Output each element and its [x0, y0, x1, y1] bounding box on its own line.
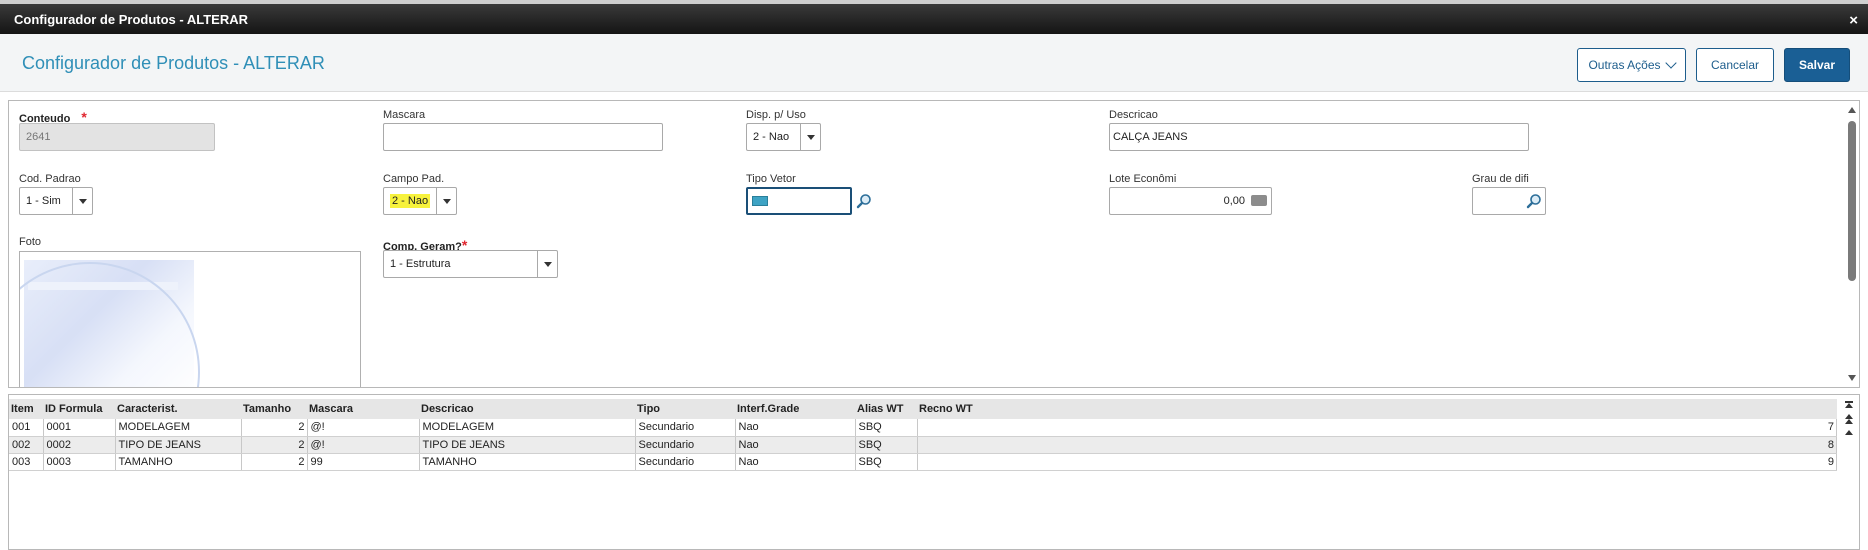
- save-label: Salvar: [1798, 58, 1836, 72]
- foto-label: Foto: [19, 236, 42, 248]
- scrollbar-thumb[interactable]: [1848, 121, 1856, 281]
- descricao-label: Descricao: [1109, 109, 1158, 121]
- table-cell: 8: [917, 436, 1837, 454]
- form-panel: Conteudo * 2641 Mascara Disp. p/ Uso 2 -…: [8, 100, 1860, 388]
- table-cell: 0003: [43, 453, 116, 471]
- table-row[interactable]: 003 0003 TAMANHO 2 99 TAMANHO Secundario…: [9, 453, 1837, 471]
- table-cell: SBQ: [855, 436, 918, 454]
- column-header[interactable]: Recno WT: [917, 399, 1837, 419]
- table-cell: Nao: [735, 453, 856, 471]
- table-cell: @!: [307, 436, 420, 454]
- window-title: Configurador de Produtos - ALTERAR: [14, 12, 248, 27]
- campo-pad-label: Campo Pad.: [383, 173, 445, 185]
- foto-image[interactable]: [19, 251, 361, 387]
- chevron-down-icon: [436, 188, 456, 214]
- scroll-up-icon[interactable]: [1848, 107, 1856, 113]
- search-icon[interactable]: [1524, 190, 1544, 212]
- table-cell: 2: [241, 419, 308, 437]
- table-cell: Nao: [735, 419, 856, 437]
- table-cell: MODELAGEM: [115, 419, 242, 437]
- campo-pad-value: 2 - Nao: [390, 194, 431, 208]
- color-swatch: [752, 196, 768, 206]
- table-cell: 99: [307, 453, 420, 471]
- table-cell: 7: [917, 419, 1837, 437]
- column-header[interactable]: Item: [9, 399, 43, 419]
- table-cell: TIPO DE JEANS: [419, 436, 636, 454]
- column-header[interactable]: Descricao: [419, 399, 635, 419]
- mascara-label: Mascara: [383, 109, 426, 121]
- table-cell: Secundario: [635, 436, 736, 454]
- table-cell: TAMANHO: [115, 453, 242, 471]
- tipo-vetor-label: Tipo Vetor: [746, 173, 796, 185]
- cancel-button[interactable]: Cancelar: [1696, 48, 1774, 82]
- items-table: Item ID Formula Caracterist. Tamanho Mas…: [9, 399, 1837, 471]
- window-titlebar: Configurador de Produtos - ALTERAR ×: [0, 0, 1868, 34]
- column-header[interactable]: Interf.Grade: [735, 399, 855, 419]
- disp-uso-select[interactable]: 2 - Nao: [746, 123, 821, 151]
- scroll-down-icon[interactable]: [1848, 375, 1856, 381]
- page-header: Configurador de Produtos - ALTERAR Outra…: [0, 34, 1868, 92]
- column-header[interactable]: ID Formula: [43, 399, 115, 419]
- table-cell: 002: [9, 436, 44, 454]
- table-cell: 9: [917, 453, 1837, 471]
- chevron-down-icon: [800, 124, 820, 150]
- table-cell: 003: [9, 453, 44, 471]
- comp-geram-select[interactable]: 1 - Estrutura: [383, 250, 558, 278]
- table-cell: Secundario: [635, 453, 736, 471]
- first-page-icon[interactable]: [1843, 398, 1855, 411]
- cod-padrao-select[interactable]: 1 - Sim: [19, 187, 93, 215]
- table-cell: Nao: [735, 436, 856, 454]
- table-row[interactable]: 001 0001 MODELAGEM 2 @! MODELAGEM Secund…: [9, 419, 1837, 437]
- save-button[interactable]: Salvar: [1784, 48, 1850, 82]
- table-cell: TAMANHO: [419, 453, 636, 471]
- cancel-label: Cancelar: [1710, 58, 1760, 72]
- scroll-up-icon[interactable]: [1843, 426, 1855, 439]
- table-header-row: Item ID Formula Caracterist. Tamanho Mas…: [9, 399, 1837, 419]
- mascara-field[interactable]: [383, 123, 663, 151]
- table-cell: TIPO DE JEANS: [115, 436, 242, 454]
- table-row[interactable]: 002 0002 TIPO DE JEANS 2 @! TIPO DE JEAN…: [9, 436, 1837, 454]
- outras-acoes-label: Outras Ações: [1588, 58, 1661, 72]
- lote-economico-field[interactable]: 0,00: [1109, 187, 1272, 215]
- column-header[interactable]: Alias WT: [855, 399, 917, 419]
- table-cell: 2: [241, 453, 308, 471]
- chevron-down-icon: [537, 251, 557, 277]
- form-scrollbar[interactable]: [1845, 101, 1859, 387]
- column-header[interactable]: Tamanho: [241, 399, 307, 419]
- outras-acoes-button[interactable]: Outras Ações: [1577, 48, 1686, 82]
- table-cell: @!: [307, 419, 420, 437]
- chevron-down-icon: [1664, 57, 1677, 69]
- table-cell: Secundario: [635, 419, 736, 437]
- lote-economico-label: Lote Econômi: [1109, 173, 1177, 185]
- money-icon: [1251, 195, 1267, 206]
- grau-dific-label: Grau de difi: [1472, 173, 1529, 185]
- conteudo-field[interactable]: 2641: [19, 123, 215, 151]
- table-cell: 001: [9, 419, 44, 437]
- search-icon[interactable]: [854, 190, 874, 212]
- table-cell: MODELAGEM: [419, 419, 636, 437]
- table-cell: SBQ: [855, 419, 918, 437]
- descricao-field[interactable]: CALÇA JEANS: [1109, 123, 1529, 151]
- table-cell: 0002: [43, 436, 116, 454]
- column-header[interactable]: Caracterist.: [115, 399, 241, 419]
- page-title: Configurador de Produtos - ALTERAR: [22, 53, 325, 73]
- grid-navigation: [1841, 397, 1857, 440]
- previous-page-icon[interactable]: [1843, 412, 1855, 425]
- cod-padrao-label: Cod. Padrao: [19, 173, 81, 185]
- disp-uso-label: Disp. p/ Uso: [746, 109, 806, 121]
- tipo-vetor-field[interactable]: [746, 187, 852, 215]
- table-cell: 0001: [43, 419, 116, 437]
- table-cell: SBQ: [855, 453, 918, 471]
- close-icon[interactable]: ×: [1849, 12, 1858, 29]
- table-cell: 2: [241, 436, 308, 454]
- column-header[interactable]: Tipo: [635, 399, 735, 419]
- items-grid: Item ID Formula Caracterist. Tamanho Mas…: [8, 394, 1860, 550]
- campo-pad-select[interactable]: 2 - Nao: [383, 187, 457, 215]
- chevron-down-icon: [72, 188, 92, 214]
- column-header[interactable]: Mascara: [307, 399, 419, 419]
